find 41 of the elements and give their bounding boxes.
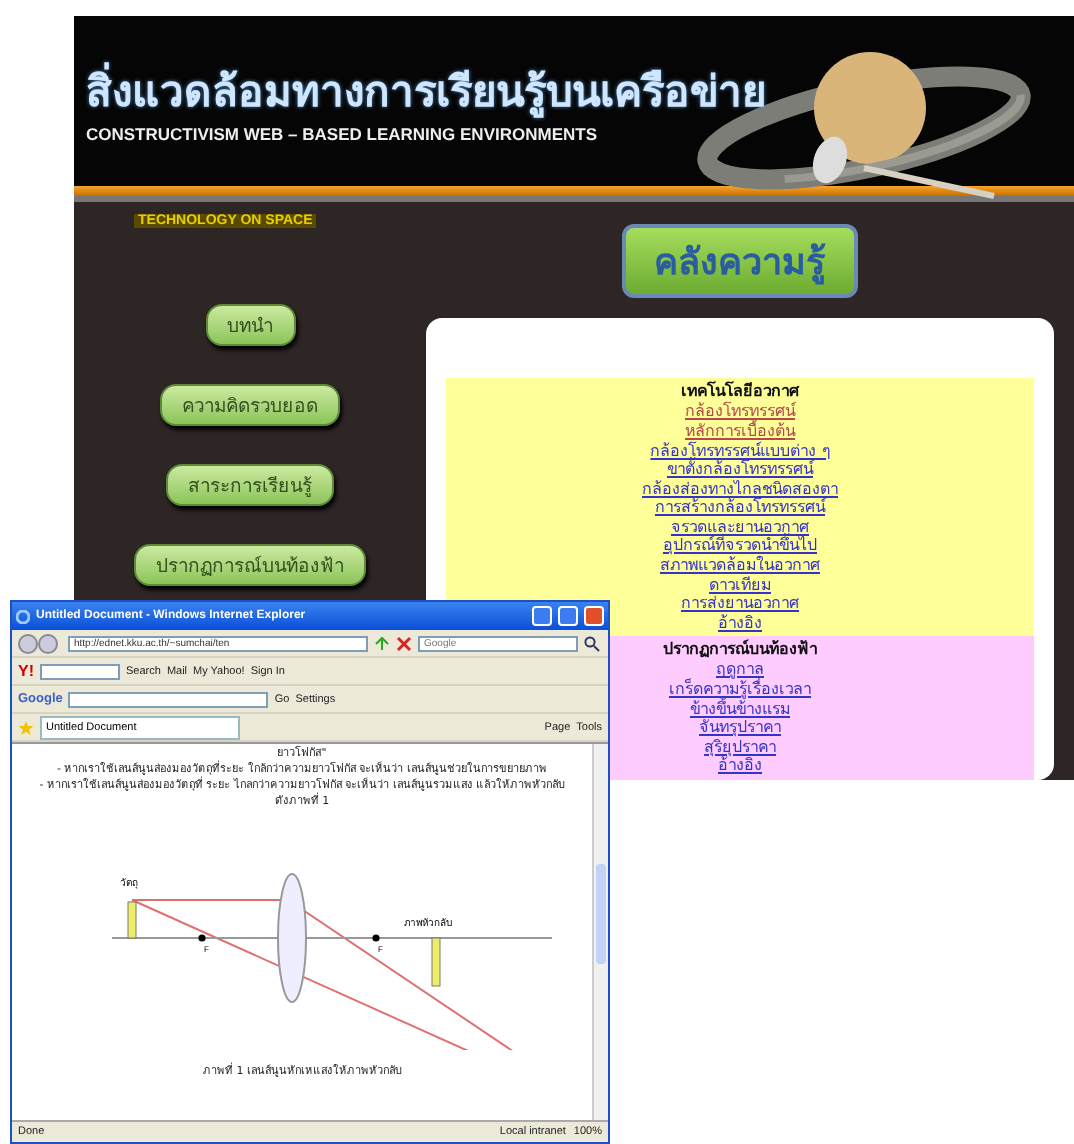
- search-icon[interactable]: [584, 635, 600, 651]
- focal-point: [198, 934, 206, 942]
- star-icon[interactable]: [18, 719, 34, 735]
- topic-link[interactable]: เกร็ดความรู้เรื่องเวลา: [669, 680, 811, 700]
- toolbar-logo[interactable]: Y!: [18, 662, 34, 680]
- topic-link[interactable]: การส่งยานอวกาศ: [681, 594, 799, 614]
- focal-point: [372, 934, 380, 942]
- topic-link[interactable]: สภาพแวดล้อมในอวกาศ: [660, 556, 820, 576]
- back-forward-icon[interactable]: [18, 633, 62, 653]
- topic-link[interactable]: อุปกรณ์ที่จรวดนำขึ้นไป: [663, 536, 817, 557]
- topic-link[interactable]: กล้องโทรทรรศน์: [685, 402, 795, 422]
- panel-title: เทคโนโลยีอวกาศ: [681, 382, 799, 401]
- nav-button[interactable]: บทนำ: [205, 304, 295, 347]
- topic-link[interactable]: ฤดูกาล: [716, 660, 764, 681]
- topic-link[interactable]: ดาวเทียม: [709, 575, 771, 595]
- site-title: สิ่งแวดล้อมทางการเรียนรู้บนเครือข่าย: [86, 57, 1074, 124]
- close-button[interactable]: [584, 606, 604, 626]
- image-bar: [431, 937, 441, 987]
- toolbar-search-field[interactable]: [68, 691, 269, 707]
- topic-link[interactable]: สุริยุปราคา: [704, 737, 776, 757]
- topic-link[interactable]: การสร้างกล้องโทรทรรศน์: [655, 498, 825, 518]
- stop-icon[interactable]: [396, 635, 412, 651]
- topic-link[interactable]: จันทรุปราคา: [699, 718, 781, 738]
- site-subtitle: CONSTRUCTIVISM WEB – BASED LEARNING ENVIRONMENTS: [86, 123, 599, 144]
- toolbar-search-field[interactable]: [40, 663, 120, 679]
- topic-link[interactable]: ข้างขึ้นข้างแรม: [690, 699, 790, 719]
- topic-link[interactable]: อ้างอิง: [718, 613, 762, 633]
- minimize-button[interactable]: [532, 606, 552, 626]
- topic-link[interactable]: อ้างอิง: [718, 756, 762, 776]
- nav-button[interactable]: ความคิดรวบยอด: [160, 384, 340, 427]
- object-bar: [127, 901, 137, 939]
- browser-logo-icon: [16, 609, 30, 623]
- scrollbar[interactable]: [592, 744, 608, 1120]
- maximize-button[interactable]: [558, 606, 578, 626]
- nav-button[interactable]: สาระการเรียนรู้: [166, 464, 334, 507]
- nav-button[interactable]: ปรากฏการณ์บนท้องฟ้า: [134, 544, 366, 587]
- convex-lens: [277, 873, 307, 1003]
- panel-title: ปรากฏการณ์บนท้องฟ้า: [663, 640, 817, 661]
- topic-link[interactable]: ขาตั้งกล้องโทรทรรศน์: [667, 460, 813, 480]
- topic-link[interactable]: หลักการเบื้องต้น: [685, 421, 795, 441]
- topic-link[interactable]: กล้องส่องทางไกลชนิดสองตา: [642, 479, 838, 499]
